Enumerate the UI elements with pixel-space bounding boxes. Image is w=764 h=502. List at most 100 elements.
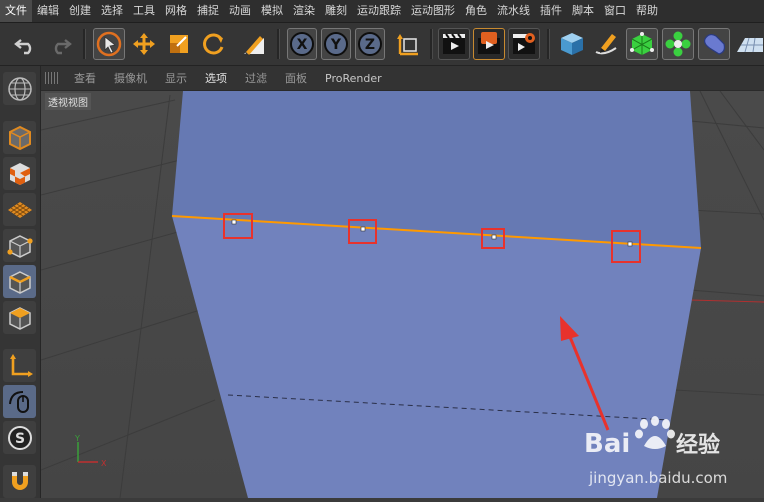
menu-mesh[interactable]: 网格 — [160, 0, 192, 22]
y-axis-icon: Y — [324, 32, 348, 56]
clapper-icon — [443, 33, 465, 54]
model-mode-button[interactable] — [3, 121, 36, 154]
subdivision-cube-icon — [630, 32, 654, 55]
edges-cube-icon — [8, 270, 31, 294]
menu-motion-tracking[interactable]: 运动跟踪 — [352, 0, 406, 22]
menu-create[interactable]: 创建 — [64, 0, 96, 22]
spline-pen-button[interactable] — [590, 28, 622, 60]
lock-z-axis-button[interactable]: Z — [355, 28, 385, 60]
polygons-cube-icon — [8, 306, 31, 330]
baidu-jingyan-watermark: Bai 经验 jingyan.baidu.com — [548, 410, 764, 498]
viewport-menu-panel[interactable]: 面板 — [276, 70, 316, 86]
menu-file[interactable]: 文件 — [0, 0, 32, 22]
redo-button[interactable] — [44, 28, 76, 60]
floor-grid-icon — [737, 37, 763, 53]
cube-object-button[interactable] — [556, 28, 588, 60]
mouse-tweak-icon — [8, 390, 29, 413]
move-button[interactable] — [128, 28, 160, 60]
menu-select[interactable]: 选择 — [96, 0, 128, 22]
menu-simulate[interactable]: 模拟 — [256, 0, 288, 22]
undo-icon — [14, 39, 32, 55]
magnet-button[interactable] — [3, 465, 36, 498]
render-settings-button[interactable] — [508, 28, 540, 60]
menu-edit[interactable]: 编辑 — [32, 0, 64, 22]
menu-character[interactable]: 角色 — [460, 0, 492, 22]
viewport-menu-bar: 查看 摄像机 显示 选项 过滤 面板 ProRender — [41, 66, 764, 91]
menu-animate[interactable]: 动画 — [224, 0, 256, 22]
paw-logo-icon — [635, 416, 675, 449]
viewport-menu-prorender[interactable]: ProRender — [316, 72, 391, 85]
coordinate-system-icon — [397, 34, 418, 56]
menu-render[interactable]: 渲染 — [288, 0, 320, 22]
edge-point[interactable] — [627, 241, 633, 247]
bend-deformer-button[interactable] — [698, 28, 730, 60]
cursor-select-icon — [96, 31, 122, 57]
viewport-menu-view[interactable]: 查看 — [65, 70, 105, 86]
z-axis-icon: Z — [358, 32, 382, 56]
menu-sculpt[interactable]: 雕刻 — [320, 0, 352, 22]
menu-help[interactable]: 帮助 — [631, 0, 663, 22]
toolbar-separator — [547, 29, 550, 59]
rotate-icon — [203, 33, 224, 55]
texture-mode-button[interactable] — [3, 157, 36, 190]
recent-tool-button[interactable] — [238, 28, 270, 60]
grip-icon[interactable] — [45, 72, 59, 84]
gizmo-x-label: X — [101, 459, 107, 468]
watermark-brand-right: 经验 — [676, 432, 720, 458]
redo-icon — [54, 39, 72, 55]
lock-x-axis-button[interactable]: X — [287, 28, 317, 60]
menu-window[interactable]: 窗口 — [599, 0, 631, 22]
scale-button[interactable] — [163, 28, 195, 60]
x-axis-icon: X — [290, 32, 314, 56]
workplane-mode-button[interactable] — [3, 193, 36, 226]
main-toolbar: X Y Z — [0, 23, 764, 66]
viewport-menu-display[interactable]: 显示 — [156, 70, 196, 86]
model-cube-icon — [8, 125, 31, 150]
array-button[interactable] — [662, 28, 694, 60]
menu-snap[interactable]: 捕捉 — [192, 0, 224, 22]
scale-icon — [170, 35, 188, 53]
menu-mograph[interactable]: 运动图形 — [406, 0, 460, 22]
subdivision-surface-button[interactable] — [626, 28, 658, 60]
render-view-button[interactable] — [438, 28, 470, 60]
watermark-brand-left: Bai — [584, 429, 630, 459]
coordinate-system-button[interactable] — [392, 28, 424, 60]
make-editable-button[interactable] — [3, 72, 36, 105]
menu-tools[interactable]: 工具 — [128, 0, 160, 22]
edges-mode-button[interactable] — [3, 265, 36, 298]
move-arrows-icon — [133, 33, 155, 55]
magnet-icon — [11, 471, 28, 490]
snap-icon: S — [7, 425, 32, 450]
menu-plugins[interactable]: 插件 — [535, 0, 567, 22]
watermark-url: jingyan.baidu.com — [588, 469, 727, 487]
rotate-button[interactable] — [198, 28, 230, 60]
viewport-menu-camera[interactable]: 摄像机 — [105, 70, 156, 86]
viewport-menu-filter[interactable]: 过滤 — [236, 70, 276, 86]
tweak-mode-button[interactable] — [3, 385, 36, 418]
svg-text:S: S — [14, 431, 24, 447]
viewport-menu-options[interactable]: 选项 — [196, 70, 236, 86]
polygons-mode-button[interactable] — [3, 301, 36, 334]
clapper-gear-icon — [513, 33, 535, 54]
points-mode-button[interactable] — [3, 229, 36, 262]
snapping-button[interactable]: S — [3, 421, 36, 454]
menu-script[interactable]: 脚本 — [567, 0, 599, 22]
edge-point[interactable] — [360, 226, 366, 232]
floor-object-button[interactable] — [734, 28, 764, 60]
live-select-button[interactable] — [93, 28, 125, 60]
svg-text:X: X — [297, 37, 308, 53]
pen-ruler-icon — [244, 36, 264, 56]
edge-point[interactable] — [231, 219, 237, 225]
workplane-grid-icon — [7, 201, 32, 218]
axis-mode-button[interactable] — [3, 349, 36, 382]
render-to-picture-viewer-button[interactable] — [473, 28, 505, 60]
undo-button[interactable] — [10, 28, 42, 60]
svg-text:Y: Y — [330, 37, 342, 53]
axis-corner-icon — [9, 353, 33, 377]
deformer-icon — [704, 33, 726, 55]
menu-pipeline[interactable]: 流水线 — [492, 0, 535, 22]
lock-y-axis-button[interactable]: Y — [321, 28, 351, 60]
cube-icon — [561, 33, 583, 55]
clapper-render-icon — [478, 32, 500, 54]
edge-point[interactable] — [491, 234, 497, 240]
